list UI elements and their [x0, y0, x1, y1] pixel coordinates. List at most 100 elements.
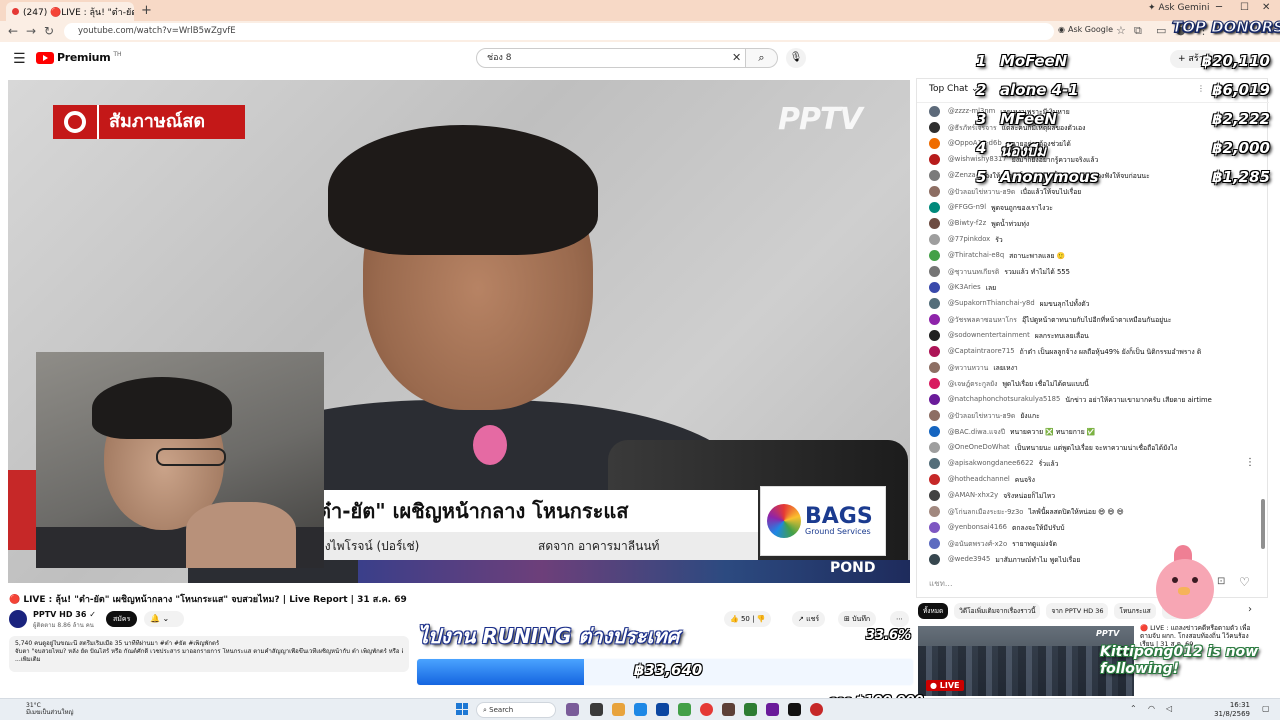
- taskbar-search[interactable]: ⌕ Search: [476, 702, 556, 718]
- thumbs-down-icon[interactable]: | 👎: [752, 615, 765, 623]
- chevron-up-icon[interactable]: ⌃: [1130, 704, 1137, 713]
- maximize-icon[interactable]: ☐: [1240, 2, 1249, 13]
- chrome-icon[interactable]: [700, 703, 713, 716]
- forward-icon[interactable]: →: [26, 24, 36, 38]
- obs-icon[interactable]: [788, 703, 801, 716]
- windows-start-icon[interactable]: [456, 703, 468, 715]
- clear-search-icon[interactable]: ✕: [732, 51, 741, 64]
- chat-message[interactable]: @ปัวลอยไข่หวาน-ฮ9ด ยังแกะ: [917, 407, 1269, 423]
- new-tab-icon[interactable]: +: [141, 3, 152, 18]
- more-actions-button[interactable]: ⋯: [890, 611, 909, 627]
- chat-message[interactable]: @BAC.diwa.แจงปี ทนายควาย ❎ ทนายกาย ✅: [917, 423, 1269, 439]
- chat-avatar[interactable]: [929, 409, 940, 421]
- chat-avatar[interactable]: [929, 553, 940, 565]
- chat-message[interactable]: @วัชรพลคาซอนหาโกร อุ๊ไปดูหน้าตาทนายกับไปอ…: [917, 311, 1269, 327]
- chat-author[interactable]: @Biwty-f2z: [948, 219, 986, 227]
- chat-author[interactable]: @sodownentertainment: [948, 331, 1030, 339]
- chat-author[interactable]: @natchaphonchotsurakulya5185: [948, 395, 1060, 403]
- chat-message[interactable]: @เจษฎ์ตระกูลยัง พูดไปเรื่อย เชื่อไม่ได้ตน…: [917, 375, 1269, 391]
- chat-author[interactable]: @hotheadchannel: [948, 475, 1010, 483]
- subscribe-button[interactable]: สมัคร: [106, 611, 138, 627]
- youtube-logo[interactable]: Premium TH: [36, 51, 122, 64]
- chat-author[interactable]: @SupakornThianchai-y8d: [948, 299, 1035, 307]
- chat-message[interactable]: @77pinkdox รัว: [917, 231, 1269, 247]
- share-button[interactable]: ↗ แชร์: [792, 611, 826, 627]
- menu-icon[interactable]: ☰: [13, 51, 26, 67]
- chat-message[interactable]: @โก่นลกเมืองระยะ-9z3o ไลฟ์นี้ผลสดปิดให้หน…: [917, 503, 1269, 519]
- chat-message[interactable]: @ชุวานนทเกียรติ รวมแล้ว ทำไม่ได้ 555: [917, 263, 1269, 279]
- reload-icon[interactable]: ↻: [44, 24, 54, 38]
- close-window-icon[interactable]: ✕: [1262, 2, 1270, 13]
- chat-avatar[interactable]: [929, 265, 940, 277]
- browser-tab[interactable]: (247) 🔴LIVE : ลุ้น! "ต๋า-ยัต" เผ... ✕: [6, 2, 134, 21]
- chat-message[interactable]: @yenbonsai4166 ตกลงจะให้มีปรับบ้: [917, 519, 1269, 535]
- voice-search-button[interactable]: 🎙: [786, 48, 806, 68]
- notification-bell-button[interactable]: 🔔 ⌄: [144, 611, 184, 627]
- back-icon[interactable]: ←: [8, 24, 18, 38]
- chat-message[interactable]: @AMAN-xhx2y จริงหน่อยก็ไม่ไหว: [917, 487, 1269, 503]
- chat-avatar[interactable]: [929, 441, 940, 453]
- app-icon[interactable]: [766, 703, 779, 716]
- notification-icon[interactable]: ▢: [1262, 704, 1270, 713]
- app-icon[interactable]: [656, 703, 669, 716]
- taskbar-clock[interactable]: 16:31 31/8/2569: [1190, 701, 1250, 719]
- ask-gemini-button[interactable]: ✦ Ask Gemini: [1148, 3, 1209, 13]
- chat-author[interactable]: @วัชรพลคาซอนหาโกร: [948, 314, 1017, 325]
- chat-avatar[interactable]: [929, 505, 940, 517]
- app-icon[interactable]: [678, 703, 691, 716]
- chat-message[interactable]: @SupakornThianchai-y8d ผมขนลุกไปทั้งตัว: [917, 295, 1269, 311]
- heart-icon[interactable]: ♡: [1239, 575, 1250, 589]
- app-icon[interactable]: [590, 703, 603, 716]
- file-explorer-icon[interactable]: [612, 703, 625, 716]
- chat-message[interactable]: @hotheadchannel คนจริง: [917, 471, 1269, 487]
- chat-avatar[interactable]: [929, 329, 940, 341]
- chat-avatar[interactable]: [929, 377, 940, 389]
- chat-avatar[interactable]: [929, 473, 940, 485]
- chat-avatar[interactable]: [929, 297, 940, 309]
- chat-author[interactable]: @OneOneDoWhat: [948, 443, 1010, 451]
- chat-message[interactable]: @K3Aries เลย: [917, 279, 1269, 295]
- chat-message[interactable]: @Captaintraore715 ถ้าต๋า เป็นผลลูกจ้าง ผล…: [917, 343, 1269, 359]
- chat-message[interactable]: @FFGG-n9l พูดจนถูกของเราไงวะ: [917, 199, 1269, 215]
- minimize-icon[interactable]: ─: [1216, 2, 1222, 13]
- chat-avatar[interactable]: [929, 345, 940, 357]
- channel-avatar[interactable]: [9, 610, 27, 628]
- volume-icon[interactable]: ◁: [1166, 704, 1172, 713]
- chat-avatar[interactable]: [929, 313, 940, 325]
- app-icon[interactable]: [566, 703, 579, 716]
- wifi-icon[interactable]: ◠: [1148, 704, 1155, 713]
- chat-author[interactable]: @wede3945: [948, 555, 990, 563]
- edge-icon[interactable]: [634, 703, 647, 716]
- filter-chip[interactable]: วิดีโอเพิ่มเติมจากเรื่องราวนี้: [954, 603, 1041, 619]
- chat-author[interactable]: @yenbonsai4166: [948, 523, 1007, 531]
- chat-author[interactable]: @หวานหวาน: [948, 362, 988, 373]
- save-button[interactable]: ⊞ บันทึก: [838, 611, 877, 627]
- chat-avatar[interactable]: [929, 425, 940, 437]
- chat-author[interactable]: @เจษฎ์ตระกูลยัง: [948, 378, 997, 389]
- chat-input[interactable]: แชท...: [929, 575, 1179, 593]
- chat-avatar[interactable]: [929, 393, 940, 405]
- chat-scrollbar[interactable]: [1261, 499, 1265, 549]
- chat-avatar[interactable]: [929, 281, 940, 293]
- chat-author[interactable]: @โก่นลกเมืองระยะ-9z3o: [948, 506, 1023, 517]
- chat-message[interactable]: @natchaphonchotsurakulya5185 นักข่าว อย่า…: [917, 391, 1269, 407]
- chat-message[interactable]: @OneOneDoWhat เป็นทนายนะ แต่พูดไปเรื่อย จ…: [917, 439, 1269, 455]
- chat-author[interactable]: @Captaintraore715: [948, 347, 1015, 355]
- like-button[interactable]: 👍 50 | 👎: [724, 611, 772, 627]
- chat-message[interactable]: @Thiratchai-e8q สถานะพาลแลย 🙂: [917, 247, 1269, 263]
- chat-avatar[interactable]: [929, 201, 940, 213]
- video-description[interactable]: 5,740 คนดูอยู่ในขณะนี้ สตรีมเริ่มเมื่อ 3…: [9, 636, 409, 672]
- chat-author[interactable]: @77pinkdox: [948, 235, 990, 243]
- filter-chip[interactable]: ทั้งหมด: [918, 603, 949, 619]
- app-icon[interactable]: [744, 703, 757, 716]
- chat-avatar[interactable]: [929, 249, 940, 261]
- chat-message[interactable]: @Biwty-f2z พูดน้ำท่วมทุ่ง: [917, 215, 1269, 231]
- chat-author[interactable]: @BAC.diwa.แจงปี: [948, 426, 1005, 437]
- chat-message[interactable]: @sodownentertainment ผลกระทบเลยเลื่อน: [917, 327, 1269, 343]
- chat-author[interactable]: @AMAN-xhx2y: [948, 491, 998, 499]
- channel-name[interactable]: PPTV HD 36 ✓: [33, 610, 96, 619]
- chevron-right-icon[interactable]: ›: [1248, 604, 1252, 615]
- search-input[interactable]: ช่อง 8: [476, 48, 746, 68]
- chat-avatar[interactable]: [929, 217, 940, 229]
- chrome-icon[interactable]: [810, 703, 823, 716]
